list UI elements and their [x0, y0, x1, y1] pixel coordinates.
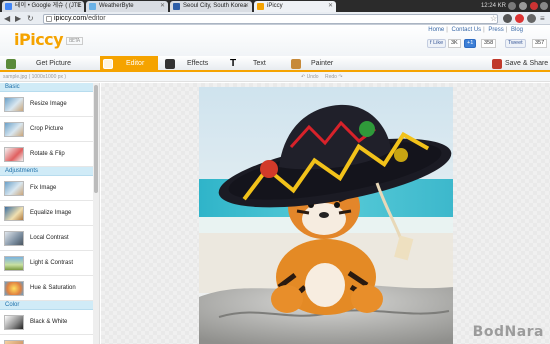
link-press[interactable]: Press: [488, 27, 503, 33]
facebook-like-button[interactable]: f Like: [427, 39, 447, 48]
beta-badge: BETA: [66, 37, 83, 45]
section-color: Color: [0, 301, 99, 310]
tools-sidebar: Basic Resize Image Crop Picture Rotate &…: [0, 83, 100, 344]
tool-black-white[interactable]: Black & White: [0, 310, 99, 335]
link-contact-us[interactable]: Contact Us: [451, 27, 481, 33]
top-links: Home | Contact Us | Press | Blog: [427, 27, 524, 33]
nav-get-picture[interactable]: Get Picture: [2, 56, 92, 72]
editor-icon: [103, 59, 113, 69]
browser-tab-ipiccy[interactable]: iPiccy ✕: [254, 1, 336, 12]
google-favicon-icon: [5, 3, 12, 10]
painter-icon: [291, 59, 301, 69]
tool-thumbnail-icon: [4, 340, 24, 344]
settings-icon[interactable]: [540, 2, 548, 10]
reload-icon[interactable]: ↻: [27, 14, 34, 23]
hue-saturation-thumbnail-icon: [4, 281, 24, 296]
browser-tab-weatherbyte[interactable]: WeatherByte ✕: [86, 1, 168, 12]
nav-effects[interactable]: Effects: [163, 56, 223, 72]
picture-icon: [6, 59, 16, 69]
weatherbyte-favicon-icon: [89, 3, 96, 10]
tweet-count: 357: [532, 39, 548, 48]
tweet-button[interactable]: Tweet: [505, 39, 526, 48]
save-icon: [492, 59, 502, 69]
tool-equalize-image[interactable]: Equalize Image: [0, 201, 99, 226]
separator: |: [505, 27, 508, 33]
watermark-logo: BodNara: [472, 324, 544, 340]
redo-button[interactable]: Redo ↷: [325, 72, 343, 82]
crop-thumbnail-icon: [4, 122, 24, 137]
separator: |: [446, 27, 448, 33]
system-clock: 12:24 KR: [480, 3, 506, 9]
main-nav: Get Picture Editor Effects T Text Painte…: [0, 56, 550, 72]
equalize-thumbnail-icon: [4, 206, 24, 221]
url-field[interactable]: ipiccy.com/editor: [43, 13, 498, 24]
effects-icon: [165, 59, 175, 69]
fix-thumbnail-icon: [4, 181, 24, 196]
section-basic: Basic: [0, 83, 99, 92]
editor-canvas-area[interactable]: BodNara: [101, 83, 550, 344]
section-adjustments: Adjustments: [0, 167, 99, 176]
tab-close-icon[interactable]: ✕: [328, 1, 333, 12]
sidebar-scrollbar[interactable]: [93, 83, 99, 344]
browser-address-bar: ◀ ▶ ↻ ipiccy.com/editor ☆ ≡: [0, 12, 550, 25]
tool-resize-image[interactable]: Resize Image: [0, 92, 99, 117]
rotate-thumbnail-icon: [4, 147, 24, 162]
nav-painter[interactable]: Painter: [290, 56, 360, 72]
nav-editor[interactable]: Editor: [100, 56, 158, 72]
light-contrast-thumbnail-icon: [4, 256, 24, 271]
ipiccy-logo[interactable]: iPiccy BETA: [14, 30, 83, 49]
browser-tab-bar: 테이 • Google 게슈 ( (JTE ✕ WeatherByte ✕ Se…: [0, 0, 550, 12]
extension-icon[interactable]: [515, 14, 524, 23]
forward-icon[interactable]: ▶: [15, 14, 21, 23]
tiger-sombrero-photo: [199, 87, 453, 344]
tool-light-contrast[interactable]: Light & Contrast: [0, 251, 99, 276]
extension-icon[interactable]: [527, 14, 536, 23]
tool-next[interactable]: [0, 335, 99, 344]
app-header: iPiccy BETA Home | Contact Us | Press | Blo…: [0, 25, 550, 56]
edited-photo[interactable]: [199, 87, 453, 344]
separator: |: [483, 27, 485, 33]
bookmark-star-icon[interactable]: ☆: [490, 14, 497, 23]
editor-subbar: sample.jpg ( 1000x1000 px ) ↶ Undo Redo …: [0, 72, 550, 82]
network-icon[interactable]: [508, 2, 516, 10]
tool-fix-image[interactable]: Fix Image: [0, 176, 99, 201]
text-icon: T: [230, 58, 237, 69]
undo-button[interactable]: ↶ Undo: [301, 72, 319, 82]
google-plus-button[interactable]: +1: [464, 39, 477, 48]
like-count: 3K: [448, 39, 461, 48]
tab-close-icon[interactable]: ✕: [244, 1, 249, 12]
wrench-menu-icon[interactable]: ≡: [540, 14, 545, 23]
resize-thumbnail-icon: [4, 97, 24, 112]
scrollbar-thumb[interactable]: [94, 85, 98, 193]
browser-tab-google[interactable]: 테이 • Google 게슈 ( (JTE ✕: [2, 1, 84, 12]
link-blog[interactable]: Blog: [511, 27, 523, 33]
extension-icon[interactable]: [503, 14, 512, 23]
seoul-favicon-icon: [173, 3, 180, 10]
battery-icon[interactable]: [530, 2, 538, 10]
tool-rotate-flip[interactable]: Rotate & Flip: [0, 142, 99, 167]
local-contrast-thumbnail-icon: [4, 231, 24, 246]
black-white-thumbnail-icon: [4, 315, 24, 330]
tab-close-icon[interactable]: ✕: [160, 1, 165, 12]
tool-crop-picture[interactable]: Crop Picture: [0, 117, 99, 142]
file-info: sample.jpg ( 1000x1000 px ): [3, 74, 67, 80]
nav-text[interactable]: T Text: [228, 56, 283, 72]
tab-close-icon[interactable]: ✕: [76, 1, 81, 12]
ipiccy-favicon-icon: [257, 3, 264, 10]
volume-icon[interactable]: [519, 2, 527, 10]
link-home[interactable]: Home: [428, 27, 444, 33]
browser-tab-seoul[interactable]: Seoul City, South Korea ✕: [170, 1, 252, 12]
back-icon[interactable]: ◀: [4, 14, 10, 23]
save-share-button[interactable]: Save & Share: [490, 56, 550, 72]
tool-hue-saturation[interactable]: Hue & Saturation: [0, 276, 99, 301]
plus-count: 358: [481, 39, 497, 48]
page-icon: [46, 15, 52, 22]
tool-local-contrast[interactable]: Local Contrast: [0, 226, 99, 251]
